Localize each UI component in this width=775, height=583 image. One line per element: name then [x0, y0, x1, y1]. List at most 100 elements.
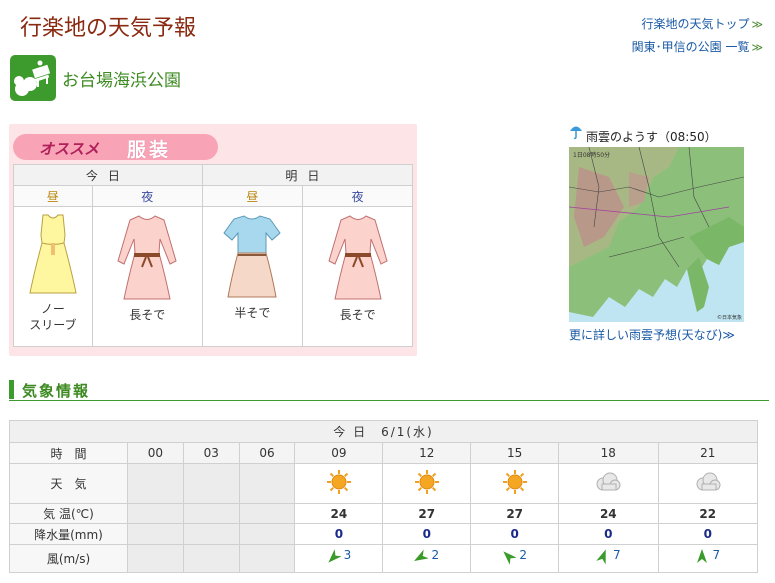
- wind-arrow-icon: [596, 549, 606, 565]
- table-row-wind: 風(m/s) 3 2 2 7 7: [9, 544, 759, 573]
- table-row-time: 時 間 00 03 06 09 12 15 18 21: [9, 442, 759, 464]
- table-row-rain: 降水量(mm) 00000: [9, 523, 759, 545]
- empty-cell: [182, 523, 240, 545]
- empty-cell: [127, 463, 184, 504]
- park-bench-icon: [10, 55, 56, 101]
- wind-arrow-icon: [414, 549, 429, 561]
- row-label: 降水量(mm): [9, 523, 128, 545]
- row-label: 風(m/s): [9, 544, 128, 573]
- wind-speed: 7: [712, 548, 721, 562]
- empty-cell: [127, 544, 184, 573]
- clothing-label: 長そで: [129, 308, 166, 322]
- svg-text:1日08時50分: 1日08時50分: [573, 151, 610, 159]
- cloudy-icon: [694, 472, 722, 496]
- temp-cell: 24: [294, 503, 384, 524]
- wind-cell: 7: [657, 544, 759, 573]
- table-row-weather: 天 気: [9, 463, 759, 504]
- weather-cell: [294, 463, 384, 504]
- day-today: 今日: [13, 164, 203, 186]
- row-label: 天 気: [9, 463, 128, 504]
- link-kanto-park-list[interactable]: 関東･甲信の公園 一覧 ≫: [632, 36, 763, 59]
- empty-cell: [238, 523, 296, 545]
- sleeveless-dress-icon: [29, 214, 77, 294]
- wind-cell: 3: [294, 544, 384, 573]
- hour-cell: 06: [238, 442, 296, 464]
- time-night: 夜: [302, 185, 413, 207]
- day-tomorrow: 明日: [201, 164, 414, 186]
- link-resort-weather-top[interactable]: 行楽地の天気トップ ≫: [632, 13, 763, 36]
- chevron-right-icon: ≫: [722, 328, 735, 342]
- empty-cell: [127, 523, 184, 545]
- hour-cell: 12: [382, 442, 472, 464]
- clothing-label: 長そで: [339, 308, 376, 322]
- clothing-cell: ノー スリーブ: [13, 206, 93, 347]
- empty-cell: [238, 463, 296, 504]
- empty-cell: [238, 503, 296, 524]
- clothing-table: 今日 明日 昼 夜 昼 夜 ノー スリーブ 長そで 半そで 長そで: [13, 164, 414, 347]
- radar-map[interactable]: 1日08時50分 ©日本気象: [569, 147, 744, 322]
- section-title: 気象情報: [22, 382, 91, 400]
- radar-title: 雨雲のようす（08:50）: [586, 130, 717, 144]
- empty-cell: [127, 503, 184, 524]
- banner-prefix: オススメ: [39, 140, 100, 158]
- sunny-icon: [502, 470, 527, 497]
- wind-cell: 7: [558, 544, 659, 573]
- long-sleeve-dress-icon: [327, 215, 388, 300]
- section-divider: [9, 400, 769, 401]
- empty-cell: [182, 503, 240, 524]
- long-sleeve-dress-icon: [117, 215, 177, 300]
- temp-cell: 22: [657, 503, 759, 524]
- empty-cell: [182, 463, 240, 504]
- row-label: 時 間: [9, 442, 128, 464]
- weather-cell: [558, 463, 659, 504]
- hour-cell: 15: [470, 442, 560, 464]
- section-marker: [9, 380, 14, 399]
- wind-speed: 2: [519, 548, 527, 562]
- row-label: 気 温(℃): [9, 503, 128, 524]
- clothing-label: 半そで: [234, 306, 271, 320]
- banner-main: 服装: [127, 139, 172, 161]
- temp-cell: 27: [382, 503, 472, 524]
- empty-cell: [238, 544, 296, 573]
- weather-date: 今 日 6/1(水): [9, 420, 758, 443]
- umbrella-icon: [570, 126, 582, 140]
- time-noon: 昼: [201, 185, 304, 207]
- wind-arrow-icon: [327, 549, 341, 563]
- time-noon: 昼: [13, 185, 93, 207]
- chevron-right-icon: ≫: [751, 41, 763, 54]
- top-links: 行楽地の天気トップ ≫ 関東･甲信の公園 一覧 ≫: [632, 13, 763, 59]
- table-row-temp: 気 温(℃) 24 27 27 24 22: [9, 503, 759, 524]
- clothing-cell: 長そで: [91, 206, 203, 347]
- wind-cell: 2: [470, 544, 560, 573]
- wind-speed: 2: [431, 548, 440, 562]
- clothing-cell: 半そで: [201, 206, 304, 347]
- wind-speed: 7: [612, 548, 621, 562]
- hour-cell: 18: [558, 442, 659, 464]
- weather-cell: [382, 463, 472, 504]
- weather-cell: [657, 463, 759, 504]
- wind-arrow-icon: [697, 549, 708, 563]
- radar-detail-link[interactable]: 更に詳しい雨雲予想(天なび)≫: [569, 326, 735, 343]
- sunny-icon: [326, 470, 351, 497]
- rain-cell: 0: [294, 523, 384, 545]
- clothing-banner: オススメ 服装: [13, 134, 218, 161]
- rain-cell: 0: [558, 523, 659, 545]
- clothing-label: ノー スリーブ: [29, 302, 77, 332]
- temp-cell: 27: [470, 503, 560, 524]
- park-name: お台場海浜公園: [62, 71, 181, 91]
- cloudy-icon: [594, 472, 622, 496]
- short-sleeve-dress-icon: [223, 215, 282, 298]
- hour-cell: 21: [657, 442, 759, 464]
- svg-text:©日本気象: ©日本気象: [717, 314, 742, 321]
- wind-cell: 2: [382, 544, 472, 573]
- empty-cell: [182, 544, 240, 573]
- hour-cell: 00: [127, 442, 184, 464]
- rain-cell: 0: [657, 523, 759, 545]
- time-night: 夜: [91, 185, 203, 207]
- temp-cell: 24: [558, 503, 659, 524]
- weather-table: 今 日 6/1(水) 時 間 00 03 06 09 12 15 18 21 天…: [9, 420, 759, 573]
- page-title: 行楽地の天気予報: [20, 16, 197, 41]
- weather-cell: [470, 463, 560, 504]
- hour-cell: 09: [294, 442, 384, 464]
- sunny-icon: [414, 470, 439, 497]
